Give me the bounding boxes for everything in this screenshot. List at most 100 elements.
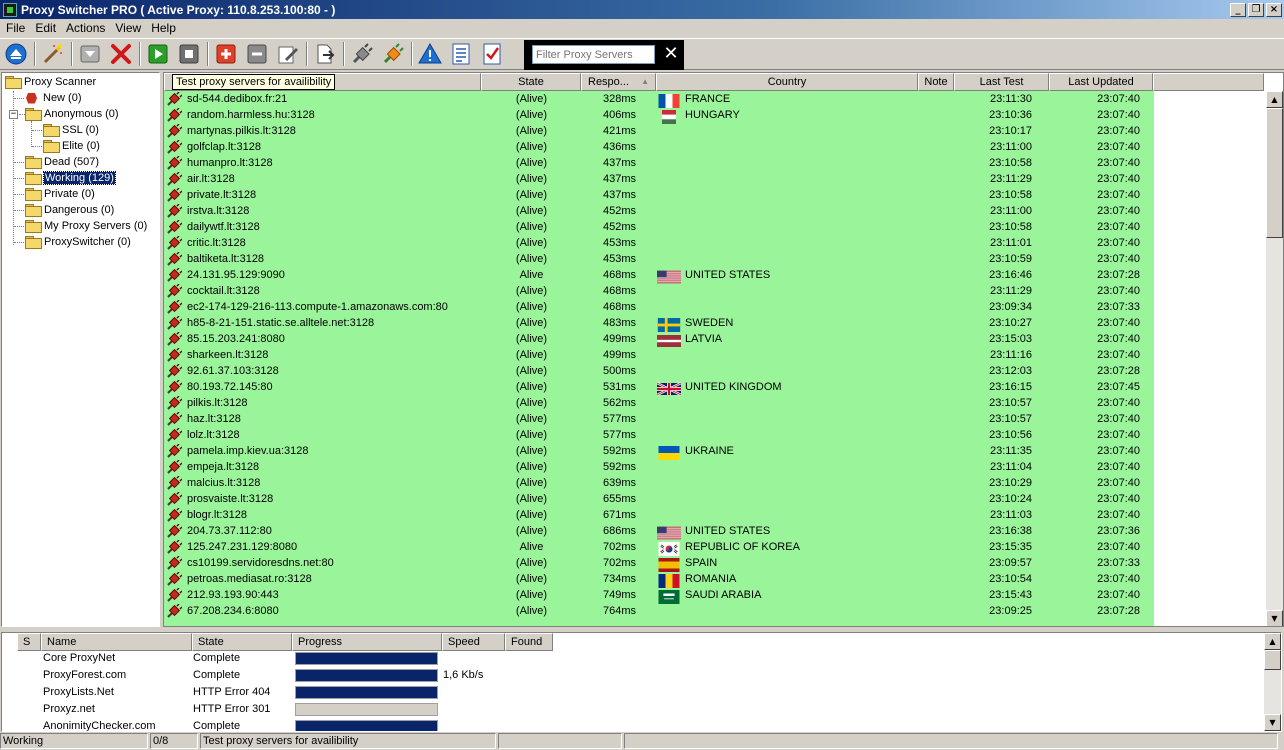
table-row[interactable]: empeja.lt:3128 (Alive) 592ms 23:11:04 23:07:…	[164, 459, 1154, 475]
scroll-down-button[interactable]: ▼	[1264, 714, 1281, 731]
column-header-speed[interactable]: Speed	[442, 633, 505, 651]
table-row[interactable]: ec2-174-129-216-113.compute-1.amazonaws.…	[164, 299, 1154, 315]
table-row[interactable]: 212.93.193.90:443 (Alive) 749ms SAUDI ARABI…	[164, 587, 1154, 604]
table-row[interactable]: petroas.mediasat.ro:3128 (Alive) 734ms ROMA…	[164, 571, 1154, 588]
remove-button[interactable]	[244, 41, 270, 67]
column-header-state[interactable]: State	[192, 633, 292, 651]
table-row[interactable]: critic.lt:3128 (Alive) 453ms 23:11:01 23:07:…	[164, 235, 1154, 251]
category-tree[interactable]: − Proxy Scanner New (0) Anonymous (0) SS…	[1, 72, 160, 627]
table-row[interactable]: 125.247.231.129:8080 Alive 702ms REPUBLIC O…	[164, 539, 1154, 556]
table-row[interactable]: 204.73.37.112:80 (Alive) 686ms UNITED STATE…	[164, 523, 1154, 540]
tree-item-my-proxy-servers[interactable]: My Proxy Servers (0)	[25, 218, 147, 234]
table-row[interactable]: malcius.lt:3128 (Alive) 639ms 23:10:29 23:07…	[164, 475, 1154, 491]
table-row[interactable]: random.harmless.hu:3128 (Alive) 406ms HUNGA…	[164, 107, 1154, 124]
plug-connect-button[interactable]	[380, 41, 406, 67]
menu-help[interactable]: Help	[146, 21, 181, 35]
table-row[interactable]: private.lt:3128 (Alive) 437ms 23:10:58 23:07…	[164, 187, 1154, 203]
table-row[interactable]: 92.61.37.103:3128 (Alive) 500ms 23:12:03 23:…	[164, 363, 1154, 379]
download-sources-panel[interactable]: S Name State Progress Speed Found Core P…	[1, 632, 1282, 732]
scroll-up-button[interactable]: ▲	[1266, 91, 1283, 108]
minimize-button[interactable]: _	[1230, 2, 1246, 17]
cell-response: 328ms	[602, 93, 636, 105]
table-row[interactable]: 80.193.72.145:80 (Alive) 531ms UNITED KINGD…	[164, 379, 1154, 397]
table-row[interactable]: pilkis.lt:3128 (Alive) 562ms 23:10:57 23:07:…	[164, 395, 1154, 411]
warning-button[interactable]	[417, 41, 443, 67]
column-header-last-test[interactable]: Last Test	[954, 73, 1049, 91]
table-row[interactable]: dailywtf.lt:3128 (Alive) 452ms 23:10:58 23:0…	[164, 219, 1154, 235]
column-header-response[interactable]: Respo... ▲	[581, 73, 656, 91]
tree-item-anonymous[interactable]: Anonymous (0)	[25, 106, 119, 122]
table-row[interactable]: air.lt:3128 (Alive) 437ms 23:11:29 23:07:40	[164, 171, 1154, 187]
wizard-button[interactable]	[40, 41, 66, 67]
table-row[interactable]: prosvaiste.lt:3128 (Alive) 655ms 23:10:24 23…	[164, 491, 1154, 507]
edit-button[interactable]	[275, 41, 301, 67]
list-button[interactable]	[448, 41, 474, 67]
export-button[interactable]	[312, 41, 338, 67]
table-row[interactable]: sharkeen.lt:3128 (Alive) 499ms 23:11:16 23:0…	[164, 347, 1154, 363]
tree-item-ssl[interactable]: SSL (0)	[43, 122, 99, 138]
table-row[interactable]: pamela.imp.kiev.ua:3128 (Alive) 592ms UKRAI…	[164, 443, 1154, 460]
scroll-thumb[interactable]	[1266, 108, 1283, 238]
check-button[interactable]	[479, 41, 505, 67]
column-header-last-updated[interactable]: Last Updated	[1049, 73, 1153, 91]
collapse-toggle[interactable]: −	[9, 110, 18, 119]
table-row[interactable]: irstva.lt:3128 (Alive) 452ms 23:11:00 23:07:…	[164, 203, 1154, 219]
clear-filter-icon[interactable]: ✕	[662, 44, 680, 64]
tree-item-dangerous[interactable]: Dangerous (0)	[25, 202, 114, 218]
column-header-name[interactable]: Name	[41, 633, 192, 651]
list-item[interactable]: AnonimityChecker.com Complete	[2, 718, 1262, 731]
column-header-found[interactable]: Found	[505, 633, 553, 651]
table-row[interactable]: lolz.lt:3128 (Alive) 577ms 23:10:56 23:07:40	[164, 427, 1154, 443]
start-button[interactable]	[145, 41, 171, 67]
menu-actions[interactable]: Actions	[61, 21, 110, 35]
table-row[interactable]: haz.lt:3128 (Alive) 577ms 23:10:57 23:07:40	[164, 411, 1154, 427]
tree-item-proxyswitcher[interactable]: ProxySwitcher (0)	[25, 234, 131, 250]
table-row[interactable]: cocktail.lt:3128 (Alive) 468ms 23:11:29 23:0…	[164, 283, 1154, 299]
downloads-vertical-scrollbar[interactable]: ▲ ▼	[1264, 633, 1281, 731]
tree-item-elite[interactable]: Elite (0)	[43, 138, 100, 154]
table-vertical-scrollbar[interactable]: ▲ ▼	[1266, 91, 1283, 626]
menu-file[interactable]: File	[1, 21, 30, 35]
table-row[interactable]: h85-8-21-151.static.se.alltele.net:3128 (…	[164, 315, 1154, 332]
table-row[interactable]: martynas.pilkis.lt:3128 (Alive) 421ms 23:10…	[164, 123, 1154, 139]
scroll-down-button[interactable]: ▼	[1266, 610, 1283, 626]
list-item[interactable]: Proxyz.net HTTP Error 301	[2, 701, 1262, 718]
tree-item-private[interactable]: Private (0)	[25, 186, 95, 202]
table-row[interactable]: baltiketa.lt:3128 (Alive) 453ms 23:10:59 23:…	[164, 251, 1154, 267]
table-row[interactable]: 85.15.203.241:8080 (Alive) 499ms LATVIA 23:1…	[164, 331, 1154, 347]
column-header-progress[interactable]: Progress	[292, 633, 442, 651]
table-row[interactable]: golfclap.lt:3128 (Alive) 436ms 23:11:00 23:0…	[164, 139, 1154, 155]
list-item[interactable]: Core ProxyNet Complete	[2, 650, 1262, 667]
menu-edit[interactable]: Edit	[30, 21, 61, 35]
menu-view[interactable]: View	[110, 21, 146, 35]
scroll-up-button[interactable]: ▲	[1264, 633, 1281, 650]
column-header-note[interactable]: Note	[918, 73, 954, 91]
title-bar[interactable]: Proxy Switcher PRO ( Active Proxy: 110.8…	[0, 0, 1284, 19]
column-header-state[interactable]: State	[481, 73, 581, 91]
plug-disconnect-button[interactable]	[349, 41, 375, 67]
tree-item-new[interactable]: New (0)	[25, 90, 82, 106]
list-item[interactable]: ProxyForest.com Complete 1,6 Kb/s	[2, 667, 1262, 684]
tree-item-working[interactable]: Working (129)	[25, 170, 116, 186]
column-header-country[interactable]: Country	[656, 73, 918, 91]
table-row[interactable]: cs10199.servidoresdns.net:80 (Alive) 702ms…	[164, 555, 1154, 572]
restore-button[interactable]: ❐	[1248, 2, 1264, 17]
table-row[interactable]: 24.131.95.129:9090 Alive 468ms UNITED STATE…	[164, 267, 1154, 284]
close-button[interactable]: ×	[1266, 2, 1282, 17]
disconnect-button[interactable]	[77, 41, 103, 67]
tree-item-proxy-scanner[interactable]: Proxy Scanner	[5, 74, 96, 90]
table-row[interactable]: humanpro.lt:3128 (Alive) 437ms 23:10:58 23:0…	[164, 155, 1154, 171]
table-row[interactable]: 67.208.234.6:8080 (Alive) 764ms 23:09:25 23:…	[164, 603, 1154, 619]
list-item[interactable]: ProxyLists.Net HTTP Error 404	[2, 684, 1262, 701]
add-button[interactable]	[213, 41, 239, 67]
column-header-s[interactable]: S	[17, 633, 41, 651]
proxy-table[interactable]: State Respo... ▲ Country Note Last Test …	[163, 72, 1284, 627]
scroll-thumb[interactable]	[1264, 650, 1281, 670]
table-row[interactable]: sd-544.dedibox.fr:21 (Alive) 328ms FRANCE 23…	[164, 91, 1154, 108]
table-row[interactable]: blogr.lt:3128 (Alive) 671ms 23:11:03 23:07:4…	[164, 507, 1154, 523]
stop-button[interactable]	[176, 41, 202, 67]
connect-button[interactable]	[3, 41, 29, 67]
tree-item-dead[interactable]: Dead (507)	[25, 154, 99, 170]
filter-input[interactable]	[532, 45, 655, 64]
delete-button[interactable]	[108, 41, 134, 67]
